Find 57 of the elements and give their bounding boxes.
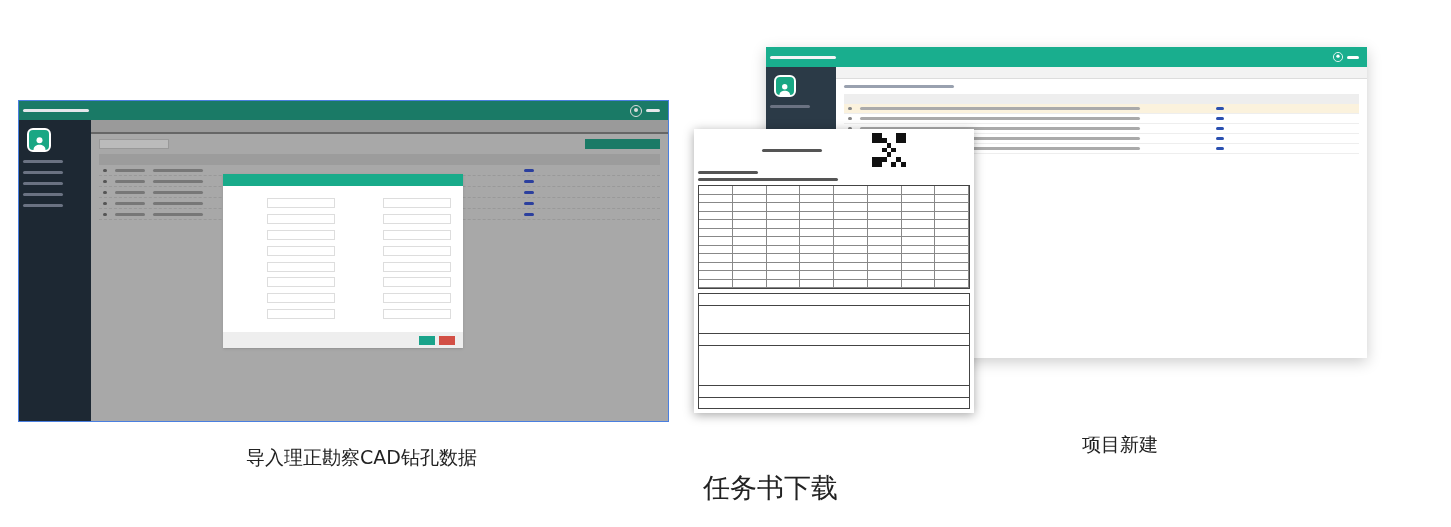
blurred-text (23, 160, 63, 163)
caption: 导入理正勘察CAD钻孔数据 (246, 445, 477, 470)
blurred-text (23, 193, 63, 196)
caption: 项目新建 (1082, 432, 1158, 457)
confirm-button[interactable] (419, 335, 435, 345)
blurred-text (762, 148, 822, 152)
form-field[interactable] (267, 293, 335, 304)
form-field[interactable] (267, 198, 335, 208)
blurred-text (698, 171, 758, 174)
toolbar-button[interactable] (585, 139, 660, 149)
form-field[interactable] (383, 261, 451, 272)
blurred-text (23, 109, 89, 112)
blurred-text (103, 179, 107, 183)
form-field[interactable] (267, 277, 335, 288)
blurred-text (115, 168, 145, 172)
form-field[interactable] (267, 309, 335, 320)
blurred-text (848, 117, 852, 120)
form-field[interactable] (383, 245, 451, 256)
blurred-text (646, 109, 660, 112)
form-field[interactable] (267, 213, 335, 224)
user-icon (1333, 52, 1343, 62)
caption: 任务书下载 (703, 471, 838, 505)
blurred-text (23, 171, 63, 174)
avatar-icon (27, 128, 51, 152)
blurred-text (153, 190, 203, 194)
user-icon (630, 104, 642, 117)
blurred-text (153, 212, 203, 216)
blurred-text (103, 201, 107, 205)
blurred-text (115, 190, 145, 194)
form-field[interactable] (383, 309, 451, 320)
qr-code-icon (872, 133, 906, 167)
blurred-text (153, 201, 203, 205)
avatar-icon (774, 75, 796, 97)
blurred-text (103, 190, 107, 194)
form-field[interactable] (383, 277, 451, 288)
form-field[interactable] (383, 293, 451, 304)
blurred-text (103, 168, 107, 172)
blurred-text (848, 107, 852, 110)
blurred-text (115, 179, 145, 183)
close-button[interactable] (439, 335, 455, 345)
blurred-text (770, 55, 836, 59)
blurred-text (115, 212, 145, 216)
blurred-text (23, 204, 63, 207)
blurred-text (23, 182, 63, 185)
form-field[interactable] (383, 198, 451, 208)
blurred-text (848, 127, 852, 130)
form-field[interactable] (267, 245, 335, 256)
blurred-text (1347, 55, 1359, 59)
form-field[interactable] (267, 229, 335, 240)
blurred-text (770, 105, 810, 108)
blurred-text (153, 179, 203, 183)
blurred-text (153, 168, 203, 172)
blurred-text (103, 212, 107, 216)
form-field[interactable] (383, 213, 451, 224)
blurred-text (115, 201, 145, 205)
form-field[interactable] (267, 261, 335, 272)
form-field[interactable] (383, 229, 451, 240)
